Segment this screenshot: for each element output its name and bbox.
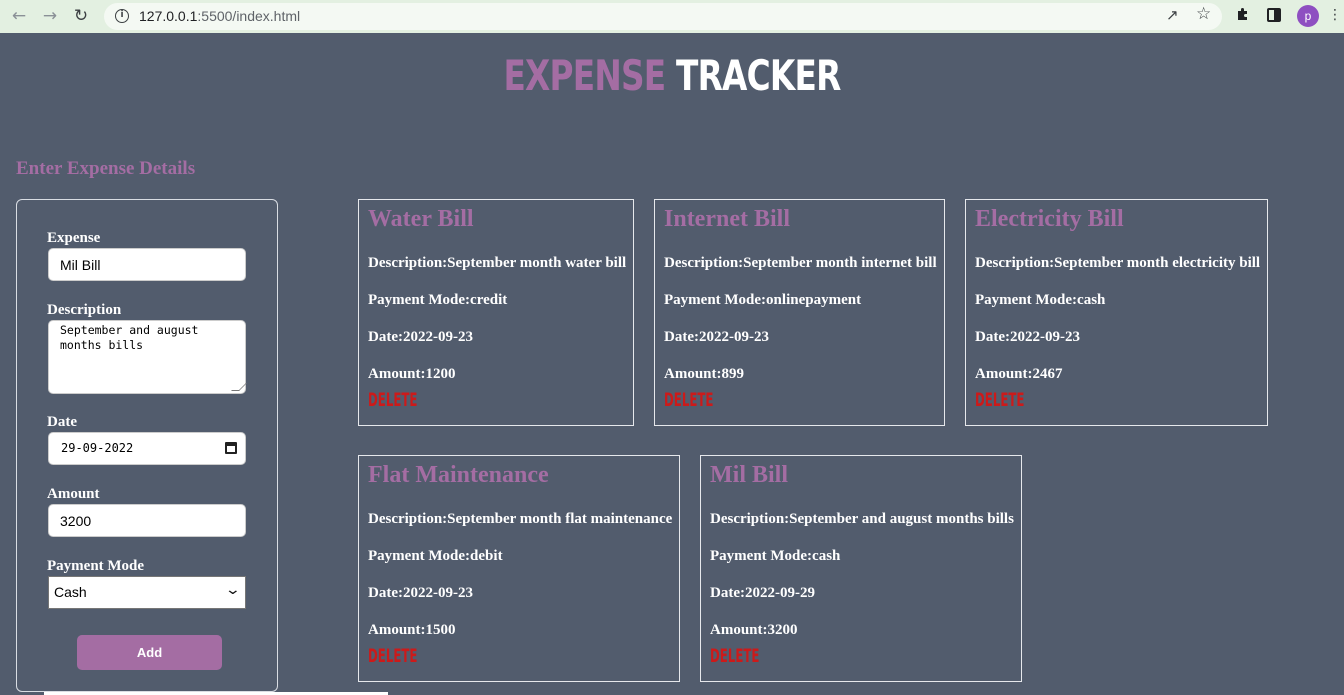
expense-card-date: Date:2022-09-23 — [975, 329, 1080, 345]
title-part-tracker: TRACKER — [676, 51, 841, 100]
browser-toolbar: ← → ↻ i 127.0.0.1:5500/index.html ↗ ☆ p … — [0, 0, 1344, 33]
expense-card-date: Date:2022-09-23 — [664, 329, 769, 345]
expense-card: Electricity Bill Description:September m… — [965, 199, 1268, 426]
expense-card-description: Description:September month water bill — [368, 255, 627, 271]
expense-card-description: Description:September and august months … — [710, 511, 1014, 527]
expense-card-description: Description:September month electricity … — [975, 255, 1261, 271]
reload-icon[interactable]: ↻ — [68, 3, 94, 29]
expense-card-amount: Amount:899 — [664, 366, 745, 382]
description-textarea[interactable]: September and august months bills — [48, 320, 247, 394]
expense-card-payment: Payment Mode:debit — [368, 548, 503, 564]
page-title: EXPENSE TRACKER — [148, 50, 1196, 102]
description-text: September and august months bills — [60, 323, 199, 352]
delete-button[interactable]: DELETE — [664, 389, 713, 411]
date-label: Date — [47, 414, 77, 430]
expense-card-title: Flat Maintenance — [368, 462, 549, 488]
expense-input[interactable]: Mil Bill — [48, 248, 246, 281]
info-icon[interactable]: i — [115, 9, 129, 23]
forward-arrow-icon[interactable]: → — [37, 3, 63, 29]
expense-card-payment: Payment Mode:cash — [710, 548, 841, 564]
url-host: 127.0.0.1 — [139, 8, 198, 24]
side-panel-icon[interactable] — [1267, 8, 1281, 22]
avatar[interactable]: p — [1297, 5, 1319, 27]
share-icon[interactable]: ↗ — [1166, 6, 1179, 24]
back-arrow-icon[interactable]: ← — [6, 3, 32, 29]
url-path: :5500/index.html — [197, 8, 301, 24]
expense-card-title: Electricity Bill — [975, 206, 1124, 232]
expense-card-date: Date:2022-09-29 — [710, 585, 815, 601]
expense-card-payment: Payment Mode:onlinepayment — [664, 292, 862, 308]
expense-card: Mil Bill Description:September and augus… — [700, 455, 1022, 682]
delete-button[interactable]: DELETE — [368, 389, 417, 411]
expense-card: Internet Bill Description:September mont… — [654, 199, 945, 426]
extensions-icon[interactable] — [1235, 6, 1251, 22]
expense-card-description: Description:September month flat mainten… — [368, 511, 673, 527]
expense-card-amount: Amount:1200 — [368, 366, 456, 382]
payment-mode-value: Cash — [54, 584, 87, 600]
date-value: 29-09-2022 — [61, 441, 134, 455]
delete-button[interactable]: DELETE — [710, 645, 759, 667]
expense-card: Water Bill Description:September month w… — [358, 199, 634, 426]
expense-card: Flat Maintenance Description:September m… — [358, 455, 680, 682]
expense-card-title: Water Bill — [368, 206, 474, 232]
expense-card-title: Mil Bill — [710, 462, 788, 488]
expense-card-amount: Amount:3200 — [710, 622, 798, 638]
expense-label: Expense — [47, 230, 101, 246]
amount-input[interactable]: 3200 — [48, 504, 246, 537]
date-input[interactable]: 29-09-2022 — [48, 432, 246, 465]
description-label: Description — [47, 302, 122, 318]
delete-button[interactable]: DELETE — [975, 389, 1024, 411]
title-part-expense: EXPENSE — [503, 51, 666, 100]
payment-mode-select[interactable]: Cash ⌄ — [48, 576, 246, 609]
expense-form: Expense Mil Bill Description September a… — [16, 199, 278, 692]
expense-card-date: Date:2022-09-23 — [368, 329, 473, 345]
address-bar[interactable]: i 127.0.0.1:5500/index.html ↗ ☆ — [104, 3, 1222, 30]
menu-icon[interactable]: ⋮ — [1328, 7, 1342, 23]
calendar-icon[interactable] — [225, 442, 237, 454]
expense-card-amount: Amount:2467 — [975, 366, 1063, 382]
expense-card-payment: Payment Mode:credit — [368, 292, 508, 308]
delete-button[interactable]: DELETE — [368, 645, 417, 667]
add-button[interactable]: Add — [77, 635, 222, 670]
expense-card-title: Internet Bill — [664, 206, 790, 232]
expense-card-date: Date:2022-09-23 — [368, 585, 473, 601]
expense-card-amount: Amount:1500 — [368, 622, 456, 638]
expense-card-payment: Payment Mode:cash — [975, 292, 1106, 308]
star-icon[interactable]: ☆ — [1196, 4, 1211, 24]
chevron-down-icon: ⌄ — [224, 582, 242, 598]
url-text[interactable]: 127.0.0.1:5500/index.html — [139, 8, 300, 24]
form-section-title: Enter Expense Details — [16, 158, 196, 179]
resize-grip-icon[interactable] — [231, 383, 247, 391]
payment-mode-label: Payment Mode — [47, 558, 145, 574]
expense-card-description: Description:September month internet bil… — [664, 255, 937, 271]
amount-label: Amount — [47, 486, 100, 502]
